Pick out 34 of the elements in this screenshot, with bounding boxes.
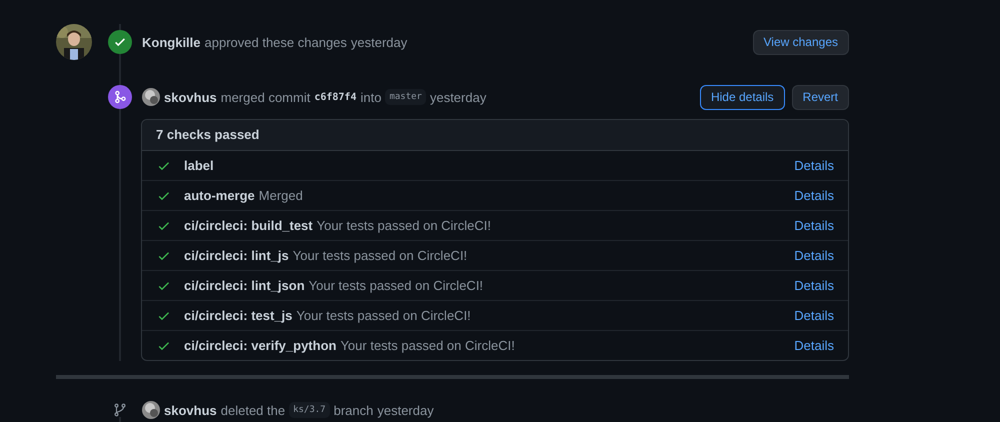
- commit-link[interactable]: c6f87f4: [314, 92, 356, 102]
- merge-icon: [108, 85, 132, 109]
- event-text: into: [360, 90, 382, 104]
- user-link[interactable]: skovhus: [164, 90, 217, 104]
- check-text: ci/circleci: lint_js Your tests passed on CircleCI!: [184, 248, 468, 263]
- details-link[interactable]: Details: [794, 188, 834, 203]
- details-link[interactable]: Details: [794, 218, 834, 233]
- action-button[interactable]: View changes: [752, 30, 849, 54]
- check-text: ci/circleci: test_js Your tests passed on CircleCI!: [184, 308, 472, 323]
- details-link[interactable]: Details: [794, 308, 834, 323]
- event-text: merged commit: [220, 90, 310, 104]
- details-link[interactable]: Details: [794, 158, 834, 173]
- timestamp-link[interactable]: yesterday: [377, 402, 434, 418]
- user-link[interactable]: skovhus: [164, 402, 217, 418]
- details-link[interactable]: Details: [794, 278, 834, 293]
- action-button[interactable]: Hide details: [700, 84, 785, 110]
- branch-label[interactable]: ks/3.7: [289, 402, 330, 418]
- details-link[interactable]: Details: [794, 248, 834, 263]
- timestamp-link[interactable]: yesterday: [430, 90, 486, 104]
- action-button[interactable]: Revert: [792, 84, 849, 110]
- check-text: label: [184, 158, 215, 173]
- check-icon: [108, 30, 132, 54]
- event-text: branch: [334, 402, 374, 418]
- check-text: auto-merge Merged: [184, 188, 304, 203]
- branch-label[interactable]: master: [385, 89, 426, 105]
- event-text: deleted the: [220, 402, 286, 418]
- event-text: approved these changes: [204, 34, 347, 50]
- timestamp-link[interactable]: yesterday: [350, 34, 408, 50]
- user-link[interactable]: Kongkille: [142, 34, 201, 50]
- check-text: ci/circleci: verify_python Your tests passed on CircleCI!: [184, 338, 516, 353]
- checks-title: 7 checks passed: [142, 120, 848, 151]
- check-text: ci/circleci: lint_json Your tests passed on CircleCI!: [184, 278, 484, 293]
- check-text: ci/circleci: build_test Your tests passed on CircleCI!: [184, 218, 492, 233]
- details-link[interactable]: Details: [794, 338, 834, 353]
